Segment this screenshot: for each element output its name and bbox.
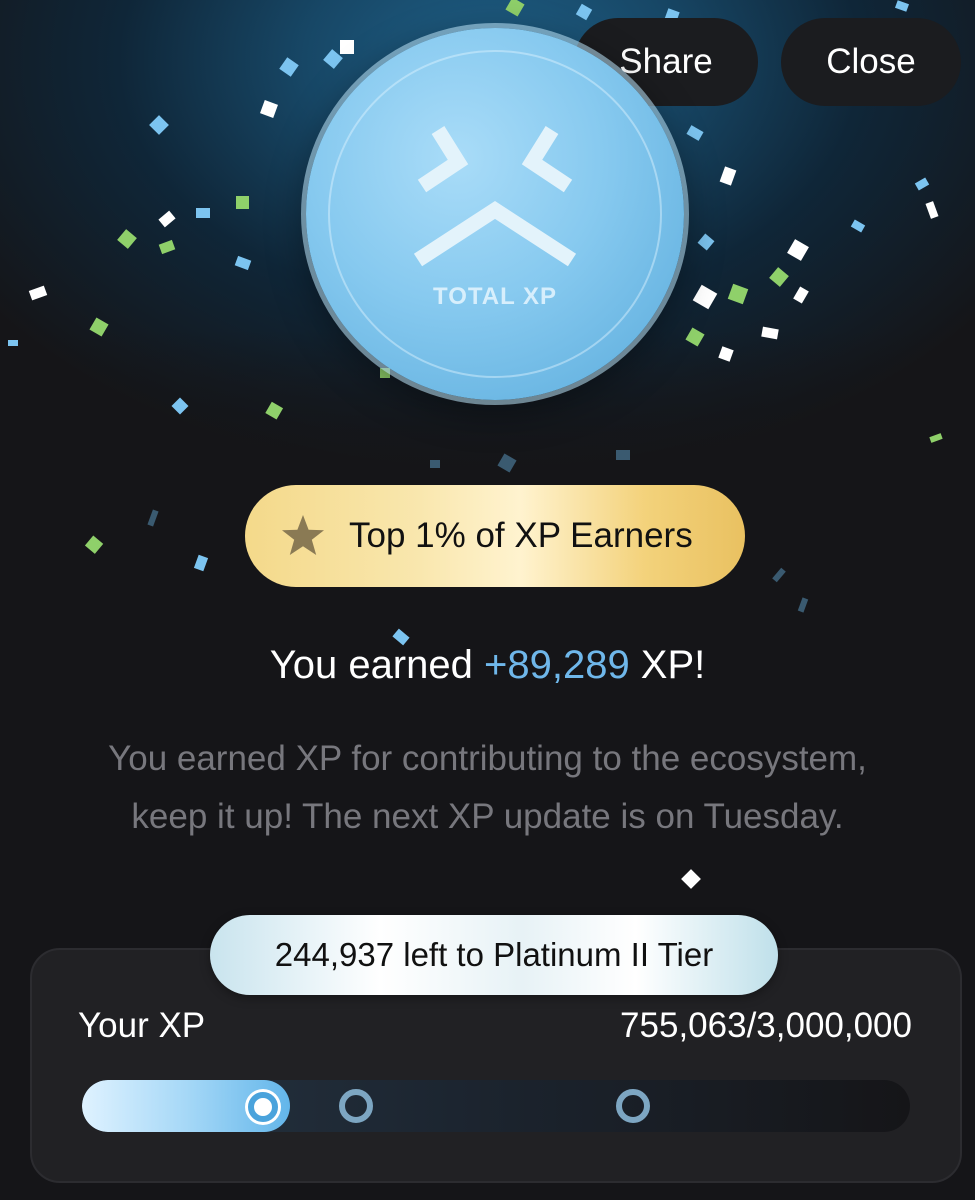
earned-amount: +89,289 (483, 643, 630, 687)
milestone-marker (616, 1089, 650, 1123)
total-xp-coin: TOTAL XP (306, 28, 684, 400)
description-line-2: keep it up! The next XP update is on Tue… (131, 797, 844, 836)
earned-suffix: XP! (629, 643, 706, 687)
xp-count: 755,063/3,000,000 (620, 1006, 912, 1045)
earned-headline: You earned +89,289 XP! (0, 643, 975, 688)
earned-prefix: You earned (269, 643, 484, 687)
xp-logo-icon (413, 126, 577, 267)
star-icon (282, 515, 324, 555)
top-earners-badge: Top 1% of XP Earners (245, 485, 745, 587)
current-progress-marker (248, 1092, 278, 1122)
coin-label: TOTAL XP (432, 283, 557, 310)
milestone-marker (339, 1089, 373, 1123)
share-button-label: Share (619, 42, 713, 81)
close-button-label: Close (826, 42, 916, 81)
close-button[interactable]: Close (781, 18, 961, 106)
xp-progress-track (82, 1080, 910, 1132)
your-xp-label: Your XP (78, 1006, 206, 1045)
earned-description: You earned XP for contributing to the ec… (30, 730, 945, 846)
description-line-1: You earned XP for contributing to the ec… (108, 739, 867, 778)
tier-remaining-pill: 244,937 left to Platinum II Tier (210, 915, 778, 995)
tier-remaining-text: 244,937 left to Platinum II Tier (274, 936, 714, 973)
badge-text: Top 1% of XP Earners (349, 516, 693, 555)
